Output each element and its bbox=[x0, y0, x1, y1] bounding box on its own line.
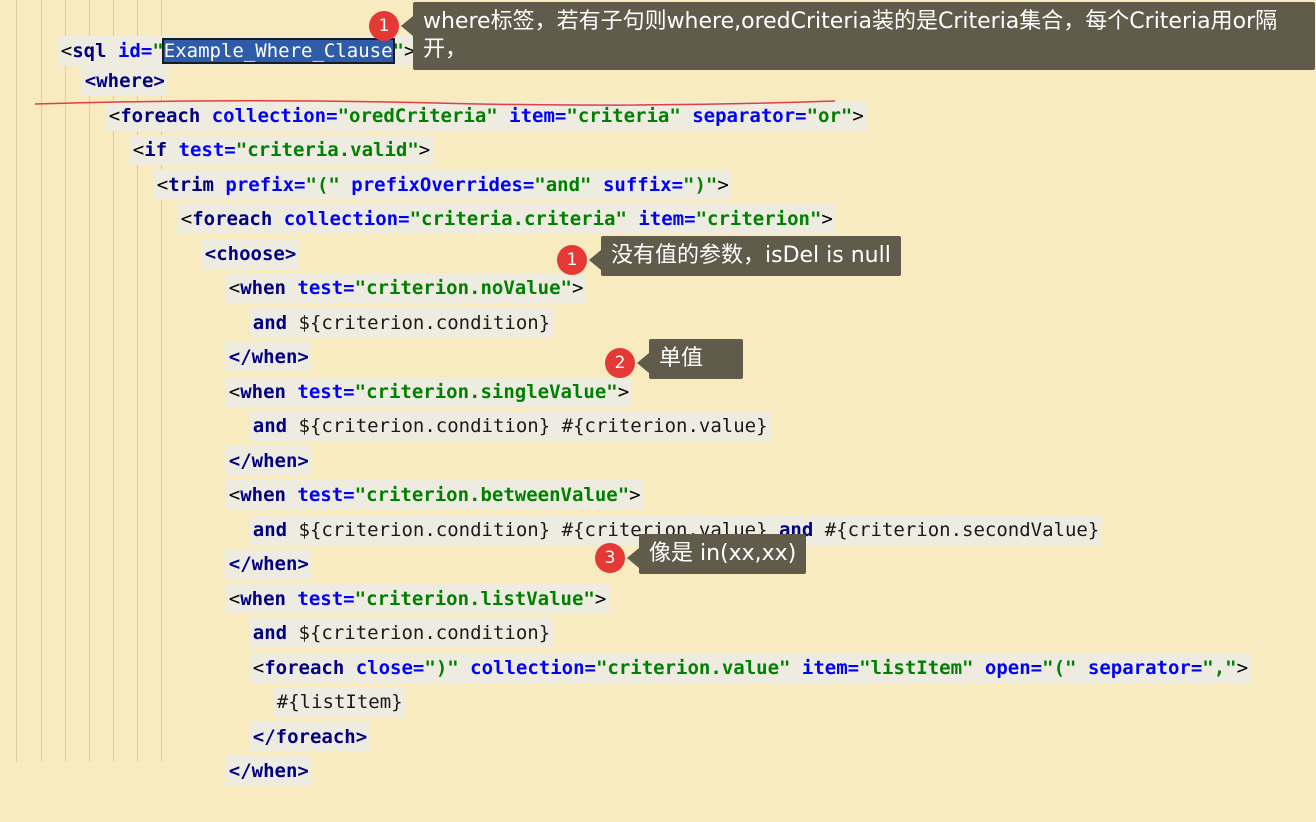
code-line-8[interactable]: <when test="criterion.noValue"> bbox=[180, 237, 587, 303]
token-attr: item= bbox=[497, 105, 567, 127]
token: > bbox=[1236, 657, 1249, 679]
token-attr: item= bbox=[626, 208, 696, 230]
code-line-13[interactable]: </when> bbox=[180, 410, 312, 476]
code-line-7[interactable]: <choose> bbox=[156, 203, 300, 269]
token: > bbox=[594, 588, 607, 610]
annotation-callout-novalue: 没有值的参数，isDel is null bbox=[589, 236, 901, 276]
token-value: " bbox=[392, 40, 404, 62]
token-attr: separator= bbox=[680, 105, 807, 127]
annotation-callout-listvalue: 像是 in(xx,xx) bbox=[626, 534, 807, 574]
code-line-1[interactable]: <sql id="Example_Where_Clause"> bbox=[12, 0, 419, 66]
code-line-16[interactable]: </when> bbox=[180, 513, 312, 579]
token: > bbox=[571, 277, 584, 299]
token-text: ${criterion.condition} #{criterion.value… bbox=[287, 415, 768, 437]
annotation-badge-3: 3 bbox=[595, 543, 625, 573]
annotation-badge-1b: 1 bbox=[557, 245, 587, 275]
token-value: "criterion" bbox=[695, 208, 822, 230]
annotation-badge-2: 2 bbox=[605, 348, 635, 378]
token-attr: open= bbox=[973, 657, 1043, 679]
token-attr: collection= bbox=[458, 657, 596, 679]
token-text: ${criterion.condition} bbox=[287, 312, 551, 334]
token-value: "listItem" bbox=[859, 657, 974, 679]
code-line-17[interactable]: <when test="criterion.listValue"> bbox=[180, 548, 610, 614]
code-line-14[interactable]: <when test="criterion.betweenValue"> bbox=[180, 444, 644, 510]
annotation-callout-where: where标签，若有子句则where,oredCriteria装的是Criter… bbox=[401, 2, 1315, 70]
code-line-4[interactable]: <if test="criteria.valid"> bbox=[84, 99, 434, 165]
code-line-3[interactable]: <foreach collection="oredCriteria" item=… bbox=[60, 65, 867, 131]
token-value: ")" bbox=[424, 657, 459, 679]
token-attr: item= bbox=[790, 657, 860, 679]
token-tag: </when> bbox=[228, 760, 309, 782]
code-line-10[interactable]: </when> bbox=[180, 306, 312, 372]
annotation-badge-1: 1 bbox=[369, 11, 399, 41]
token-value: "criteria" bbox=[566, 105, 681, 127]
code-editor[interactable]: <sql id="Example_Where_Clause"> <where> … bbox=[0, 0, 1316, 786]
token: > bbox=[821, 208, 833, 230]
indent-guide bbox=[16, 0, 17, 762]
token: > bbox=[852, 105, 864, 127]
code-line-21[interactable]: </foreach> bbox=[204, 686, 371, 752]
token-value: "criteria.criteria" bbox=[409, 208, 627, 230]
code-line-11[interactable]: <when test="criterion.singleValue"> bbox=[180, 341, 633, 407]
code-line-15[interactable]: and ${criterion.condition} #{criterion.v… bbox=[204, 479, 1103, 545]
token-text: #{criterion.secondValue} bbox=[813, 519, 1100, 541]
code-line-19[interactable]: <foreach close=")" collection="criterion… bbox=[204, 617, 1252, 683]
code-line-12[interactable]: and ${criterion.condition} #{criterion.v… bbox=[204, 375, 771, 441]
code-line-5[interactable]: <trim prefix="(" prefixOverrides="and" s… bbox=[108, 134, 732, 200]
code-line-18[interactable]: and ${criterion.condition} bbox=[204, 582, 554, 648]
code-line-9[interactable]: and ${criterion.condition} bbox=[204, 272, 554, 338]
code-line-20[interactable]: #{listItem} bbox=[228, 651, 406, 717]
code-line-2[interactable]: <where> bbox=[36, 30, 168, 96]
token-value: "(" bbox=[1042, 657, 1077, 679]
token-attr: separator= bbox=[1076, 657, 1203, 679]
token-value: "or" bbox=[806, 105, 853, 127]
annotation-callout-singlevalue: 单值 bbox=[637, 339, 743, 379]
token-value: "criterion.value" bbox=[595, 657, 791, 679]
code-line-6[interactable]: <foreach collection="criteria.criteria" … bbox=[132, 168, 836, 234]
selected-text[interactable]: Example_Where_Clause bbox=[161, 38, 395, 64]
token-value: "," bbox=[1202, 657, 1237, 679]
code-line-22[interactable]: </when> bbox=[180, 720, 312, 786]
